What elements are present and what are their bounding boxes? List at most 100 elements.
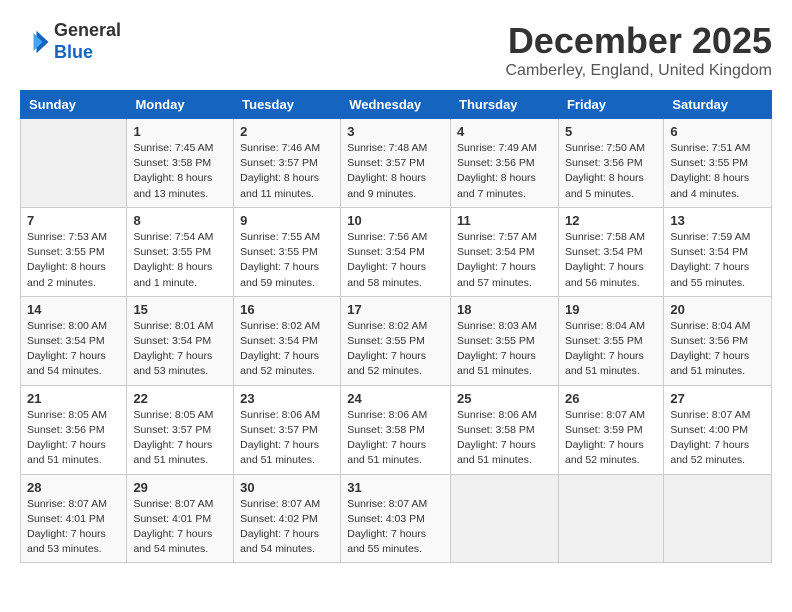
day-number: 5	[565, 124, 657, 139]
day-info: Sunrise: 8:02 AM Sunset: 3:55 PM Dayligh…	[347, 319, 444, 380]
day-cell	[558, 474, 663, 563]
day-info: Sunrise: 8:03 AM Sunset: 3:55 PM Dayligh…	[457, 319, 552, 380]
day-info: Sunrise: 8:00 AM Sunset: 3:54 PM Dayligh…	[27, 319, 120, 380]
weekday-header-sunday: Sunday	[21, 91, 127, 119]
title-block: December 2025 Camberley, England, United…	[505, 20, 772, 80]
day-cell: 20 Sunrise: 8:04 AM Sunset: 3:56 PM Dayli…	[664, 296, 772, 385]
location: Camberley, England, United Kingdom	[505, 62, 772, 80]
day-number: 28	[27, 480, 120, 495]
day-info: Sunrise: 7:54 AM Sunset: 3:55 PM Dayligh…	[133, 230, 227, 291]
day-number: 30	[240, 480, 334, 495]
day-cell: 4 Sunrise: 7:49 AM Sunset: 3:56 PM Daylig…	[451, 119, 559, 208]
day-number: 2	[240, 124, 334, 139]
day-number: 4	[457, 124, 552, 139]
week-row-2: 7 Sunrise: 7:53 AM Sunset: 3:55 PM Daylig…	[21, 207, 772, 296]
day-info: Sunrise: 8:07 AM Sunset: 4:03 PM Dayligh…	[347, 497, 444, 558]
day-info: Sunrise: 7:50 AM Sunset: 3:56 PM Dayligh…	[565, 141, 657, 202]
day-number: 17	[347, 302, 444, 317]
weekday-header-row: SundayMondayTuesdayWednesdayThursdayFrid…	[21, 91, 772, 119]
week-row-3: 14 Sunrise: 8:00 AM Sunset: 3:54 PM Dayli…	[21, 296, 772, 385]
day-cell: 13 Sunrise: 7:59 AM Sunset: 3:54 PM Dayli…	[664, 207, 772, 296]
day-info: Sunrise: 8:04 AM Sunset: 3:55 PM Dayligh…	[565, 319, 657, 380]
day-info: Sunrise: 8:06 AM Sunset: 3:58 PM Dayligh…	[347, 408, 444, 469]
day-number: 19	[565, 302, 657, 317]
day-cell: 12Sunrise: 7:58 AM Sunset: 3:54 PM Dayli…	[558, 207, 663, 296]
day-cell: 16Sunrise: 8:02 AM Sunset: 3:54 PM Dayli…	[234, 296, 341, 385]
day-number: 11	[457, 213, 552, 228]
day-info: Sunrise: 7:57 AM Sunset: 3:54 PM Dayligh…	[457, 230, 552, 291]
weekday-header-wednesday: Wednesday	[341, 91, 451, 119]
day-info: Sunrise: 8:07 AM Sunset: 4:02 PM Dayligh…	[240, 497, 334, 558]
day-number: 20	[670, 302, 765, 317]
day-info: Sunrise: 8:06 AM Sunset: 3:57 PM Dayligh…	[240, 408, 334, 469]
day-info: Sunrise: 7:55 AM Sunset: 3:55 PM Dayligh…	[240, 230, 334, 291]
day-cell: 2 Sunrise: 7:46 AM Sunset: 3:57 PM Daylig…	[234, 119, 341, 208]
day-cell: 10Sunrise: 7:56 AM Sunset: 3:54 PM Dayli…	[341, 207, 451, 296]
day-cell: 23 Sunrise: 8:06 AM Sunset: 3:57 PM Dayli…	[234, 385, 341, 474]
day-number: 6	[670, 124, 765, 139]
day-info: Sunrise: 8:05 AM Sunset: 3:56 PM Dayligh…	[27, 408, 120, 469]
day-info: Sunrise: 8:07 AM Sunset: 3:59 PM Dayligh…	[565, 408, 657, 469]
day-info: Sunrise: 7:45 AM Sunset: 3:58 PM Dayligh…	[133, 141, 227, 202]
day-number: 13	[670, 213, 765, 228]
day-cell: 18 Sunrise: 8:03 AM Sunset: 3:55 PM Dayli…	[451, 296, 559, 385]
day-number: 7	[27, 213, 120, 228]
day-number: 10	[347, 213, 444, 228]
day-info: Sunrise: 7:53 AM Sunset: 3:55 PM Dayligh…	[27, 230, 120, 291]
day-number: 23	[240, 391, 334, 406]
day-number: 26	[565, 391, 657, 406]
day-cell: 6 Sunrise: 7:51 AM Sunset: 3:55 PM Daylig…	[664, 119, 772, 208]
day-number: 3	[347, 124, 444, 139]
day-cell: 22Sunrise: 8:05 AM Sunset: 3:57 PM Dayli…	[127, 385, 234, 474]
day-info: Sunrise: 8:07 AM Sunset: 4:00 PM Dayligh…	[670, 408, 765, 469]
logo-icon	[20, 27, 50, 57]
weekday-header-tuesday: Tuesday	[234, 91, 341, 119]
day-cell	[664, 474, 772, 563]
day-cell: 30 Sunrise: 8:07 AM Sunset: 4:02 PM Dayli…	[234, 474, 341, 563]
day-info: Sunrise: 8:01 AM Sunset: 3:54 PM Dayligh…	[133, 319, 227, 380]
day-number: 14	[27, 302, 120, 317]
day-info: Sunrise: 7:48 AM Sunset: 3:57 PM Dayligh…	[347, 141, 444, 202]
weekday-header-saturday: Saturday	[664, 91, 772, 119]
day-cell	[21, 119, 127, 208]
day-number: 24	[347, 391, 444, 406]
weekday-header-friday: Friday	[558, 91, 663, 119]
day-number: 25	[457, 391, 552, 406]
day-cell: 5 Sunrise: 7:50 AM Sunset: 3:56 PM Daylig…	[558, 119, 663, 208]
logo-text: General Blue	[54, 20, 121, 63]
week-row-5: 28 Sunrise: 8:07 AM Sunset: 4:01 PM Dayli…	[21, 474, 772, 563]
day-number: 31	[347, 480, 444, 495]
weekday-header-monday: Monday	[127, 91, 234, 119]
day-cell: 27 Sunrise: 8:07 AM Sunset: 4:00 PM Dayli…	[664, 385, 772, 474]
day-cell: 26 Sunrise: 8:07 AM Sunset: 3:59 PM Dayli…	[558, 385, 663, 474]
day-info: Sunrise: 7:49 AM Sunset: 3:56 PM Dayligh…	[457, 141, 552, 202]
page-header: General Blue December 2025 Camberley, En…	[20, 20, 772, 80]
day-cell: 9Sunrise: 7:55 AM Sunset: 3:55 PM Daylig…	[234, 207, 341, 296]
week-row-4: 21 Sunrise: 8:05 AM Sunset: 3:56 PM Dayli…	[21, 385, 772, 474]
day-cell: 21 Sunrise: 8:05 AM Sunset: 3:56 PM Dayli…	[21, 385, 127, 474]
day-number: 8	[133, 213, 227, 228]
week-row-1: 1Sunrise: 7:45 AM Sunset: 3:58 PM Daylig…	[21, 119, 772, 208]
day-number: 12	[565, 213, 657, 228]
day-info: Sunrise: 8:06 AM Sunset: 3:58 PM Dayligh…	[457, 408, 552, 469]
day-number: 18	[457, 302, 552, 317]
day-number: 21	[27, 391, 120, 406]
day-cell: 25 Sunrise: 8:06 AM Sunset: 3:58 PM Dayli…	[451, 385, 559, 474]
day-info: Sunrise: 7:59 AM Sunset: 3:54 PM Dayligh…	[670, 230, 765, 291]
day-info: Sunrise: 7:46 AM Sunset: 3:57 PM Dayligh…	[240, 141, 334, 202]
day-cell: 14 Sunrise: 8:00 AM Sunset: 3:54 PM Dayli…	[21, 296, 127, 385]
day-cell: 15 Sunrise: 8:01 AM Sunset: 3:54 PM Dayli…	[127, 296, 234, 385]
day-cell	[451, 474, 559, 563]
day-number: 15	[133, 302, 227, 317]
month-title: December 2025	[505, 20, 772, 62]
day-info: Sunrise: 8:04 AM Sunset: 3:56 PM Dayligh…	[670, 319, 765, 380]
day-number: 27	[670, 391, 765, 406]
day-info: Sunrise: 8:05 AM Sunset: 3:57 PM Dayligh…	[133, 408, 227, 469]
day-info: Sunrise: 7:51 AM Sunset: 3:55 PM Dayligh…	[670, 141, 765, 202]
day-cell: 11 Sunrise: 7:57 AM Sunset: 3:54 PM Dayli…	[451, 207, 559, 296]
weekday-header-thursday: Thursday	[451, 91, 559, 119]
day-number: 16	[240, 302, 334, 317]
day-info: Sunrise: 8:07 AM Sunset: 4:01 PM Dayligh…	[133, 497, 227, 558]
day-info: Sunrise: 8:07 AM Sunset: 4:01 PM Dayligh…	[27, 497, 120, 558]
day-cell: 1Sunrise: 7:45 AM Sunset: 3:58 PM Daylig…	[127, 119, 234, 208]
